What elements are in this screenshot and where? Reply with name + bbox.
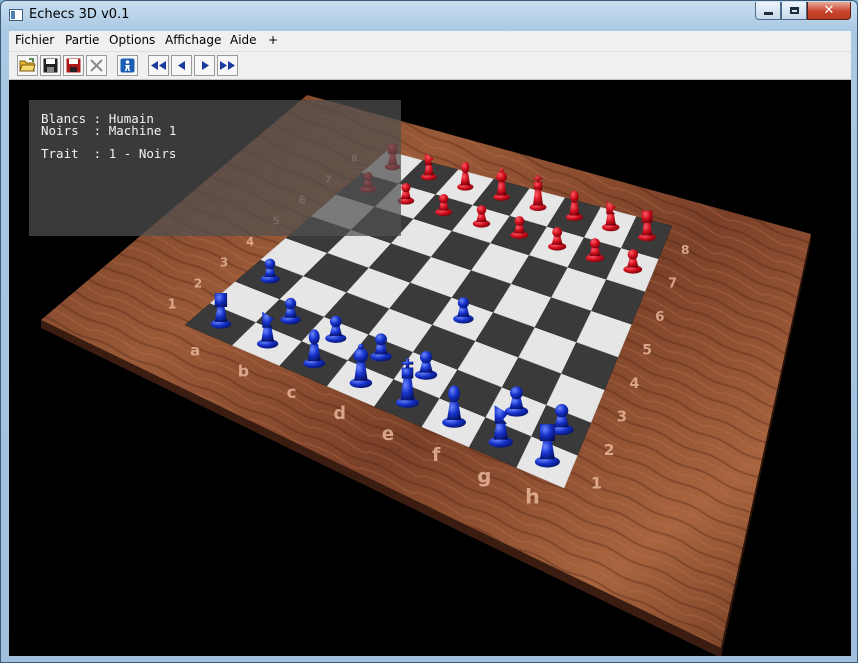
rank-label-right-6: 6 [655,309,664,325]
last-move-icon [220,61,235,70]
minimize-button[interactable] [755,2,781,20]
menu-affichage[interactable]: Affichage [165,33,221,47]
rank-label-left-3: 3 [220,255,228,269]
rank-label-left-4: 4 [246,234,254,248]
close-icon: ✕ [823,3,835,18]
player-button[interactable] [117,55,138,76]
save-as-icon [66,58,81,73]
previous-move-icon [177,61,185,70]
rank-label-left-2: 2 [194,275,203,290]
rank-label-left-1: 1 [167,297,176,312]
save-button[interactable] [40,55,61,76]
rank-label-right-7: 7 [668,276,677,291]
open-button[interactable] [17,55,38,76]
close-window-button[interactable]: ✕ [807,2,851,20]
menu-partie[interactable]: Partie [65,33,99,47]
caption-buttons: ✕ [755,2,851,22]
file-label-b: b [238,362,249,381]
open-folder-icon [19,58,36,72]
window-title: Echecs 3D v0.1 [29,7,130,22]
save-as-button[interactable] [63,55,84,76]
file-label-d: d [334,404,346,424]
rank-label-right-5: 5 [642,342,652,358]
next-move-icon [201,61,209,70]
file-label-a: a [190,342,200,360]
game-info-panel: Blancs : Humain Noirs : Machine 1 Trait … [29,100,401,236]
game-viewport[interactable]: abcdefgh1234567812345678 Blancs : Humain… [9,80,851,656]
next-move-button[interactable] [194,55,215,76]
maximize-icon [789,7,799,14]
rank-label-right-3: 3 [617,407,627,425]
hud-noirs: Noirs : Machine 1 [41,123,177,138]
minimize-icon [763,11,773,15]
menu-plus[interactable]: + [268,33,278,47]
last-move-button[interactable] [217,55,238,76]
file-label-g: g [477,464,491,487]
file-label-h: h [525,484,540,508]
previous-move-button[interactable] [171,55,192,76]
rank-label-right-8: 8 [681,242,690,257]
maximize-button[interactable] [781,2,807,20]
app-window: Echecs 3D v0.1 ✕ Fichier Partie Options … [0,0,858,663]
menu-fichier[interactable]: Fichier [15,33,54,47]
rank-label-right-4: 4 [629,376,639,392]
save-icon [43,58,58,73]
toolbar [9,52,851,80]
menu-bar: Fichier Partie Options Affichage Aide + [9,31,851,52]
menu-options[interactable]: Options [109,33,155,47]
player-icon [120,58,135,73]
first-move-button[interactable] [148,55,169,76]
rank-label-right-2: 2 [604,441,615,459]
close-game-button[interactable] [86,55,107,76]
file-label-e: e [382,424,394,445]
file-label-c: c [287,383,297,402]
first-move-icon [151,61,166,70]
menu-aide[interactable]: Aide [230,33,257,47]
rank-label-right-1: 1 [591,473,602,492]
title-bar[interactable]: Echecs 3D v0.1 ✕ [1,1,857,31]
close-x-icon [90,59,103,72]
app-icon [9,9,23,21]
hud-trait: Trait : 1 - Noirs [41,146,177,161]
file-label-f: f [432,444,441,466]
